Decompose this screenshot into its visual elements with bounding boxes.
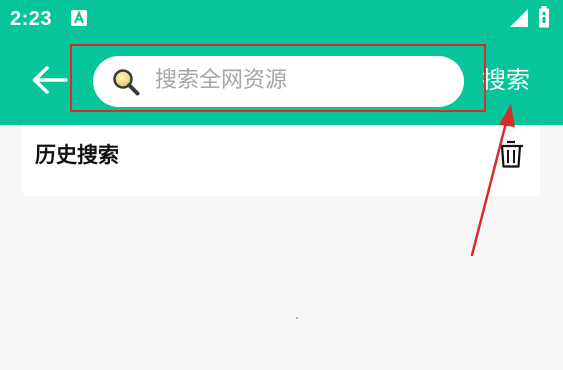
trash-icon[interactable] bbox=[498, 139, 524, 169]
app-header: 2:23 搜索全网资源 搜索 bbox=[0, 0, 563, 125]
status-time: 2:23 bbox=[10, 8, 53, 30]
search-input[interactable]: 搜索全网资源 bbox=[93, 56, 464, 107]
magnifier-icon bbox=[113, 69, 140, 96]
search-placeholder: 搜索全网资源 bbox=[155, 68, 288, 93]
signal-icon bbox=[510, 9, 528, 27]
back-arrow-icon[interactable] bbox=[30, 62, 70, 98]
history-title: 历史搜索 bbox=[35, 143, 119, 167]
search-button[interactable]: 搜索 bbox=[482, 63, 530, 97]
search-history-section: 历史搜索 bbox=[22, 125, 540, 196]
stray-dot bbox=[296, 317, 298, 319]
notification-a-icon bbox=[71, 10, 87, 26]
battery-icon bbox=[539, 6, 549, 28]
